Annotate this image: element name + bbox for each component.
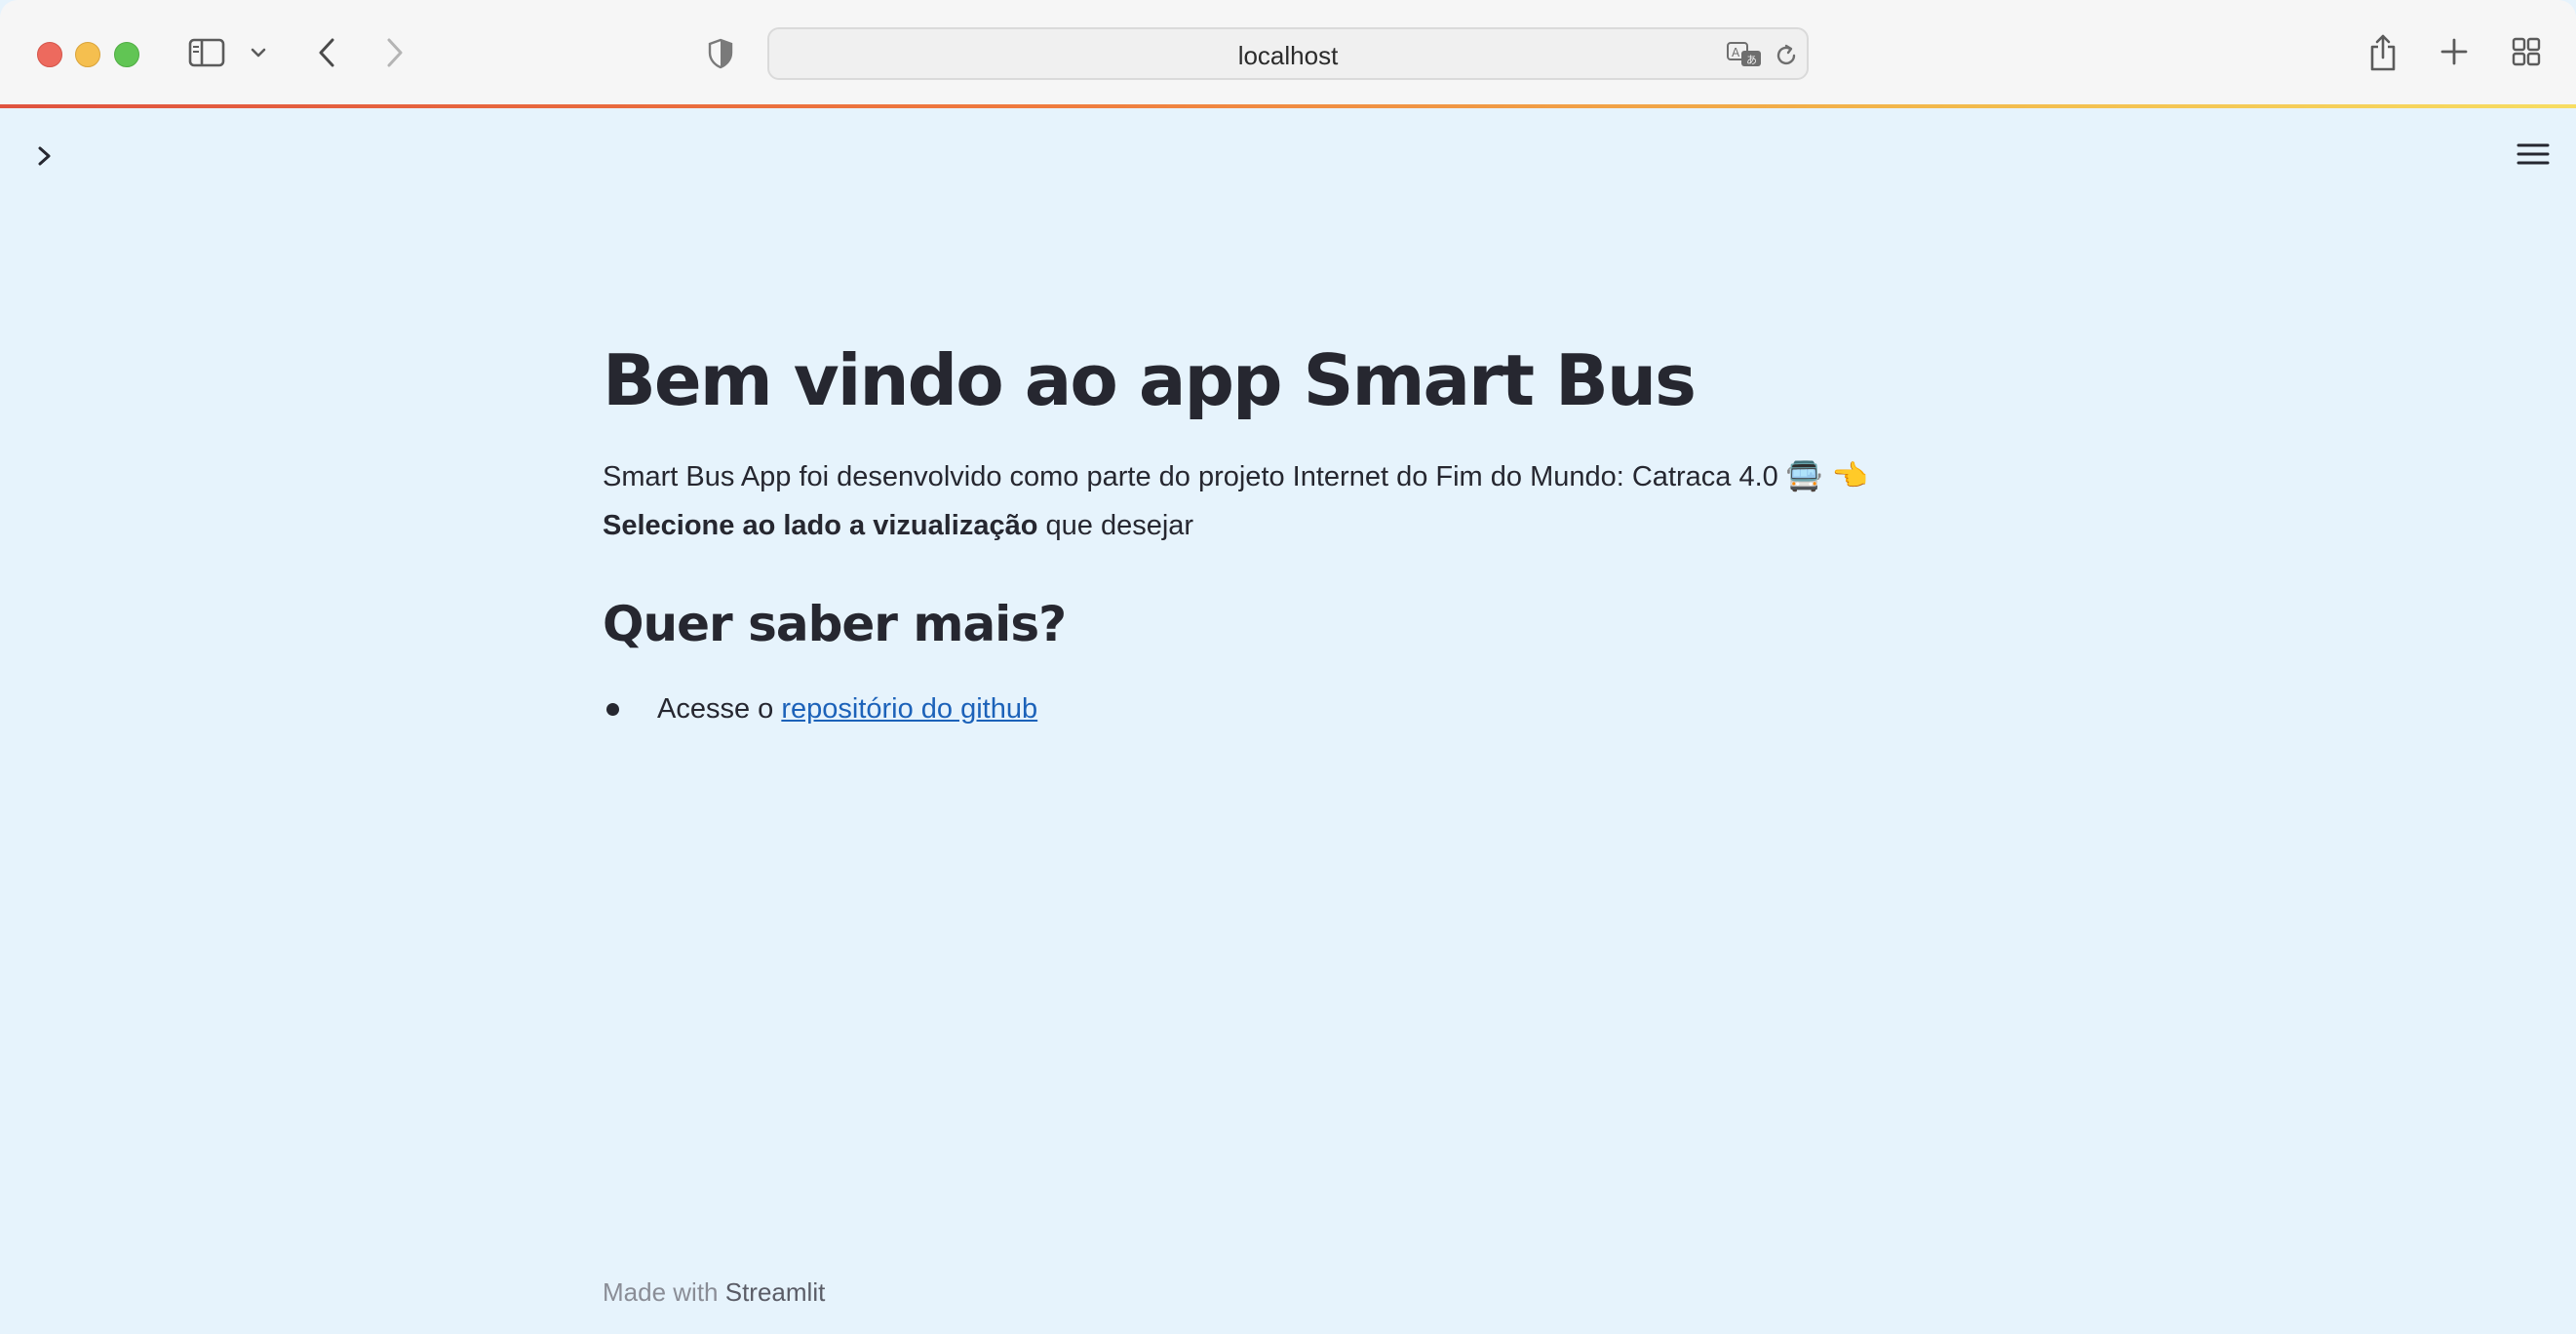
chevron-down-icon[interactable] xyxy=(248,43,269,62)
browser-toolbar: localhost A あ xyxy=(0,0,2576,106)
section-subheader: Quer saber mais? xyxy=(603,596,1067,652)
intro-text: Smart Bus App foi desenvolvido como part… xyxy=(603,461,1778,492)
address-text: localhost xyxy=(1237,41,1339,70)
share-icon[interactable] xyxy=(2365,31,2400,74)
links-list: Acesse o repositório do github xyxy=(603,685,1973,733)
back-icon[interactable] xyxy=(312,35,341,70)
shield-icon[interactable] xyxy=(706,37,735,70)
bullet-icon xyxy=(606,703,619,716)
bus-pointing-emoji: 🚍 👈 xyxy=(1785,459,1869,493)
plus-icon[interactable] xyxy=(2438,35,2471,68)
list-item: Acesse o repositório do github xyxy=(603,685,1973,733)
translate-icon[interactable]: A あ xyxy=(1725,39,1764,70)
select-hint-rest: que desejar xyxy=(1037,510,1194,541)
minimize-window-button[interactable] xyxy=(75,42,100,67)
streamlit-link[interactable]: Streamlit xyxy=(725,1277,826,1307)
chevron-right-icon[interactable] xyxy=(29,140,60,172)
select-hint-bold: Selecione ao lado a vizualização xyxy=(603,510,1038,541)
address-bar[interactable]: localhost A あ xyxy=(767,27,1809,80)
svg-text:あ: あ xyxy=(1746,54,1757,66)
page-load-progress xyxy=(0,104,2576,108)
intro-paragraph: Smart Bus App foi desenvolvido como part… xyxy=(603,452,1973,550)
tab-overview-icon[interactable] xyxy=(2510,35,2543,68)
hamburger-menu-icon[interactable] xyxy=(2516,137,2551,172)
footer-made-with: Made with xyxy=(603,1277,725,1307)
list-item-prefix: Acesse o xyxy=(657,693,782,725)
maximize-window-button[interactable] xyxy=(114,42,139,67)
github-repo-link[interactable]: repositório do github xyxy=(781,693,1037,725)
footer: Made with Streamlit xyxy=(603,1277,825,1308)
main-content: Bem vindo ao app Smart Bus Smart Bus App… xyxy=(603,322,1973,733)
close-window-button[interactable] xyxy=(37,42,62,67)
page-title: Bem vindo ao app Smart Bus xyxy=(603,339,1697,421)
reload-icon[interactable] xyxy=(1772,41,1801,70)
browser-window: localhost A あ Bem vindo ao app Smart Bus… xyxy=(0,0,2576,1334)
sidebar-icon[interactable] xyxy=(187,35,226,70)
svg-text:A: A xyxy=(1732,46,1740,59)
forward-icon[interactable] xyxy=(380,35,410,70)
